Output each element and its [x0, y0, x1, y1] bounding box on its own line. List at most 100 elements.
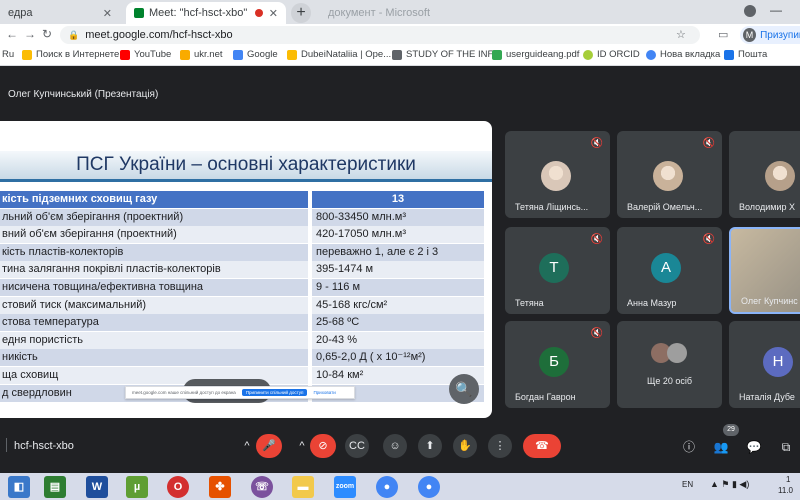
desktop-icon[interactable]: ▤: [44, 476, 66, 498]
participant-name: Олег Купчинс: [741, 296, 798, 306]
value-cell: 420-17050 млн.м³: [312, 226, 484, 244]
table-row: нисичена товщина/ефективна товщина 9 - 11…: [0, 279, 484, 296]
participant-tile[interactable]: 🔇 Валерій Омельч...: [617, 131, 722, 218]
back-icon[interactable]: ←: [6, 27, 18, 41]
forward-icon[interactable]: →: [24, 27, 36, 41]
mic-toggle-button[interactable]: 🎤: [256, 434, 282, 458]
close-icon[interactable]: ✕: [103, 7, 112, 20]
reload-icon[interactable]: ↻: [42, 27, 52, 41]
language-indicator[interactable]: EN: [682, 480, 693, 489]
folder-icon[interactable]: ▬: [292, 476, 314, 498]
table-row: тина залягання покрівлі пластів-колектор…: [0, 261, 484, 279]
participant-tile[interactable]: Б 🔇 Богдан Гаврон: [505, 321, 610, 408]
participant-name: Тетяна Ліщинсь...: [515, 202, 589, 212]
avatar: Н: [763, 347, 793, 377]
url-text: meet.google.com/hcf-hsct-xbo: [85, 29, 233, 41]
captions-button[interactable]: CC: [345, 434, 369, 458]
people-icon[interactable]: 👥: [711, 437, 731, 457]
minimize-icon[interactable]: —: [770, 3, 782, 17]
clock-date[interactable]: 11.0: [778, 486, 793, 495]
participant-tile[interactable]: Ще 20 осіб: [617, 321, 722, 408]
hide-link[interactable]: Приховати: [313, 390, 335, 395]
chat-icon[interactable]: 💬: [744, 437, 764, 457]
participant-name: Валерій Омельч...: [627, 202, 703, 212]
clock-time[interactable]: 1: [786, 475, 790, 484]
opera-icon[interactable]: O: [167, 476, 189, 498]
utorrent-icon[interactable]: µ: [126, 476, 148, 498]
parameter-cell: тина залягання покрівлі пластів-колектор…: [0, 261, 308, 279]
camera-options-icon[interactable]: ^: [293, 434, 311, 458]
tab-3[interactable]: документ - Microsoft Word: [320, 2, 430, 24]
zoom-button[interactable]: 🔍: [449, 374, 479, 404]
bookmark-item[interactable]: YouTube: [120, 49, 171, 60]
app-icon[interactable]: ✤: [209, 476, 231, 498]
raise-hand-button[interactable]: ✋: [453, 434, 477, 458]
parameter-cell: стова температура: [0, 314, 308, 332]
search-icon: [22, 49, 32, 60]
avatar: T: [539, 253, 569, 283]
value-cell: 9 - 116 м: [312, 279, 484, 296]
start-icon[interactable]: ◧: [8, 476, 30, 498]
bookmark-item[interactable]: ukr.net: [180, 49, 223, 60]
bookmark-item[interactable]: userguideang.pdf: [492, 49, 579, 60]
value-cell: 800-33450 млн.м³: [312, 208, 484, 226]
table-row: стовий тиск (максимальний) 45-168 кгс/см²: [0, 296, 484, 314]
table-row: стова температура 25-68 ºС: [0, 314, 484, 332]
chrome-icon[interactable]: ●: [376, 476, 398, 498]
bookmark-item[interactable]: Google: [233, 49, 278, 60]
bookmarks-bar: Ru Поиск в Интернете YouTube ukr.net Goo…: [0, 46, 800, 66]
star-icon[interactable]: ☆: [676, 28, 686, 41]
meeting-code: hcf-hsct-xbo: [14, 440, 74, 452]
viber-icon[interactable]: ☏: [251, 476, 273, 498]
sidebar-icon[interactable]: ▭: [718, 28, 728, 41]
bookmark-item[interactable]: Пошта: [724, 49, 767, 60]
avatar: A: [651, 253, 681, 283]
value-cell: 45-168 кгс/см²: [312, 296, 484, 314]
participant-tile[interactable]: 🔇Володимир Х: [729, 131, 800, 218]
info-icon[interactable]: ⓘ: [679, 437, 699, 457]
stop-sharing-button[interactable]: Припинити спільний доступ: [241, 389, 308, 396]
tray-icons[interactable]: ▲ ⚑ ▮ ◀): [710, 479, 749, 490]
bookmark-item[interactable]: STUDY OF THE INF...: [392, 49, 500, 60]
bookmark-item[interactable]: Нова вкладка: [646, 49, 720, 60]
activities-icon[interactable]: ⧉: [776, 437, 796, 457]
table-row: льний об'єм зберігання (проектний) 800-33…: [0, 208, 484, 226]
table-row: вний об'єм зберігання (проектний) 420-170…: [0, 226, 484, 244]
close-icon[interactable]: ✕: [269, 7, 278, 20]
globe-icon: [392, 49, 402, 60]
participant-tile[interactable]: Н🔇Наталія Дубе: [729, 321, 800, 408]
value-cell: 20-43 %: [312, 331, 484, 349]
emoji-button[interactable]: ☺: [383, 434, 407, 458]
ukrnet-icon: [180, 49, 190, 60]
chrome-icon[interactable]: ●: [418, 476, 440, 498]
meet-favicon-icon: [134, 8, 144, 18]
leave-call-button[interactable]: ☎: [523, 434, 561, 458]
tab-meet[interactable]: Meet: "hcf-hsct-xbo" ✕: [126, 2, 286, 24]
bookmark-item[interactable]: ID ORCID: [583, 49, 640, 60]
tab-label: документ - Microsoft Word: [328, 7, 430, 19]
bookmark-item[interactable]: DubeiNataliia | Ope...: [287, 49, 391, 60]
participant-tile[interactable]: A 🔇 Анна Мазур: [617, 227, 722, 314]
tab-search-icon[interactable]: [744, 5, 756, 17]
lock-icon: 🔒: [68, 29, 80, 40]
address-bar[interactable]: 🔒 meet.google.com/hcf-hsct-xbo: [60, 26, 700, 44]
participant-tile[interactable]: T 🔇 Тетяна: [505, 227, 610, 314]
bookmark-item[interactable]: Ru: [2, 49, 14, 60]
mic-options-icon[interactable]: ^: [238, 434, 256, 458]
present-button[interactable]: ⬆: [418, 434, 442, 458]
zoom-icon[interactable]: zoom: [334, 476, 356, 498]
bookmark-item[interactable]: Поиск в Интернете: [22, 49, 119, 60]
avatar: [653, 161, 683, 191]
new-tab-button[interactable]: +: [291, 3, 311, 23]
more-options-button[interactable]: ⋮: [488, 434, 512, 458]
word-icon[interactable]: W: [86, 476, 108, 498]
presentation-view: ПСГ України – основні характеристики кіс…: [0, 121, 492, 418]
camera-toggle-button[interactable]: ⊘: [310, 434, 336, 458]
globe-icon: [492, 49, 502, 60]
profile-chip[interactable]: M Призупине: [740, 26, 800, 44]
participant-tile[interactable]: 🔇 Тетяна Ліщинсь...: [505, 131, 610, 218]
participant-tile[interactable]: 🔇Олег Купчинс: [729, 227, 800, 314]
participant-name: Анна Мазур: [627, 298, 677, 308]
tab-1[interactable]: едра ✕: [0, 2, 120, 24]
table-header-row: кість підземних сховищ газу 13: [0, 191, 484, 208]
